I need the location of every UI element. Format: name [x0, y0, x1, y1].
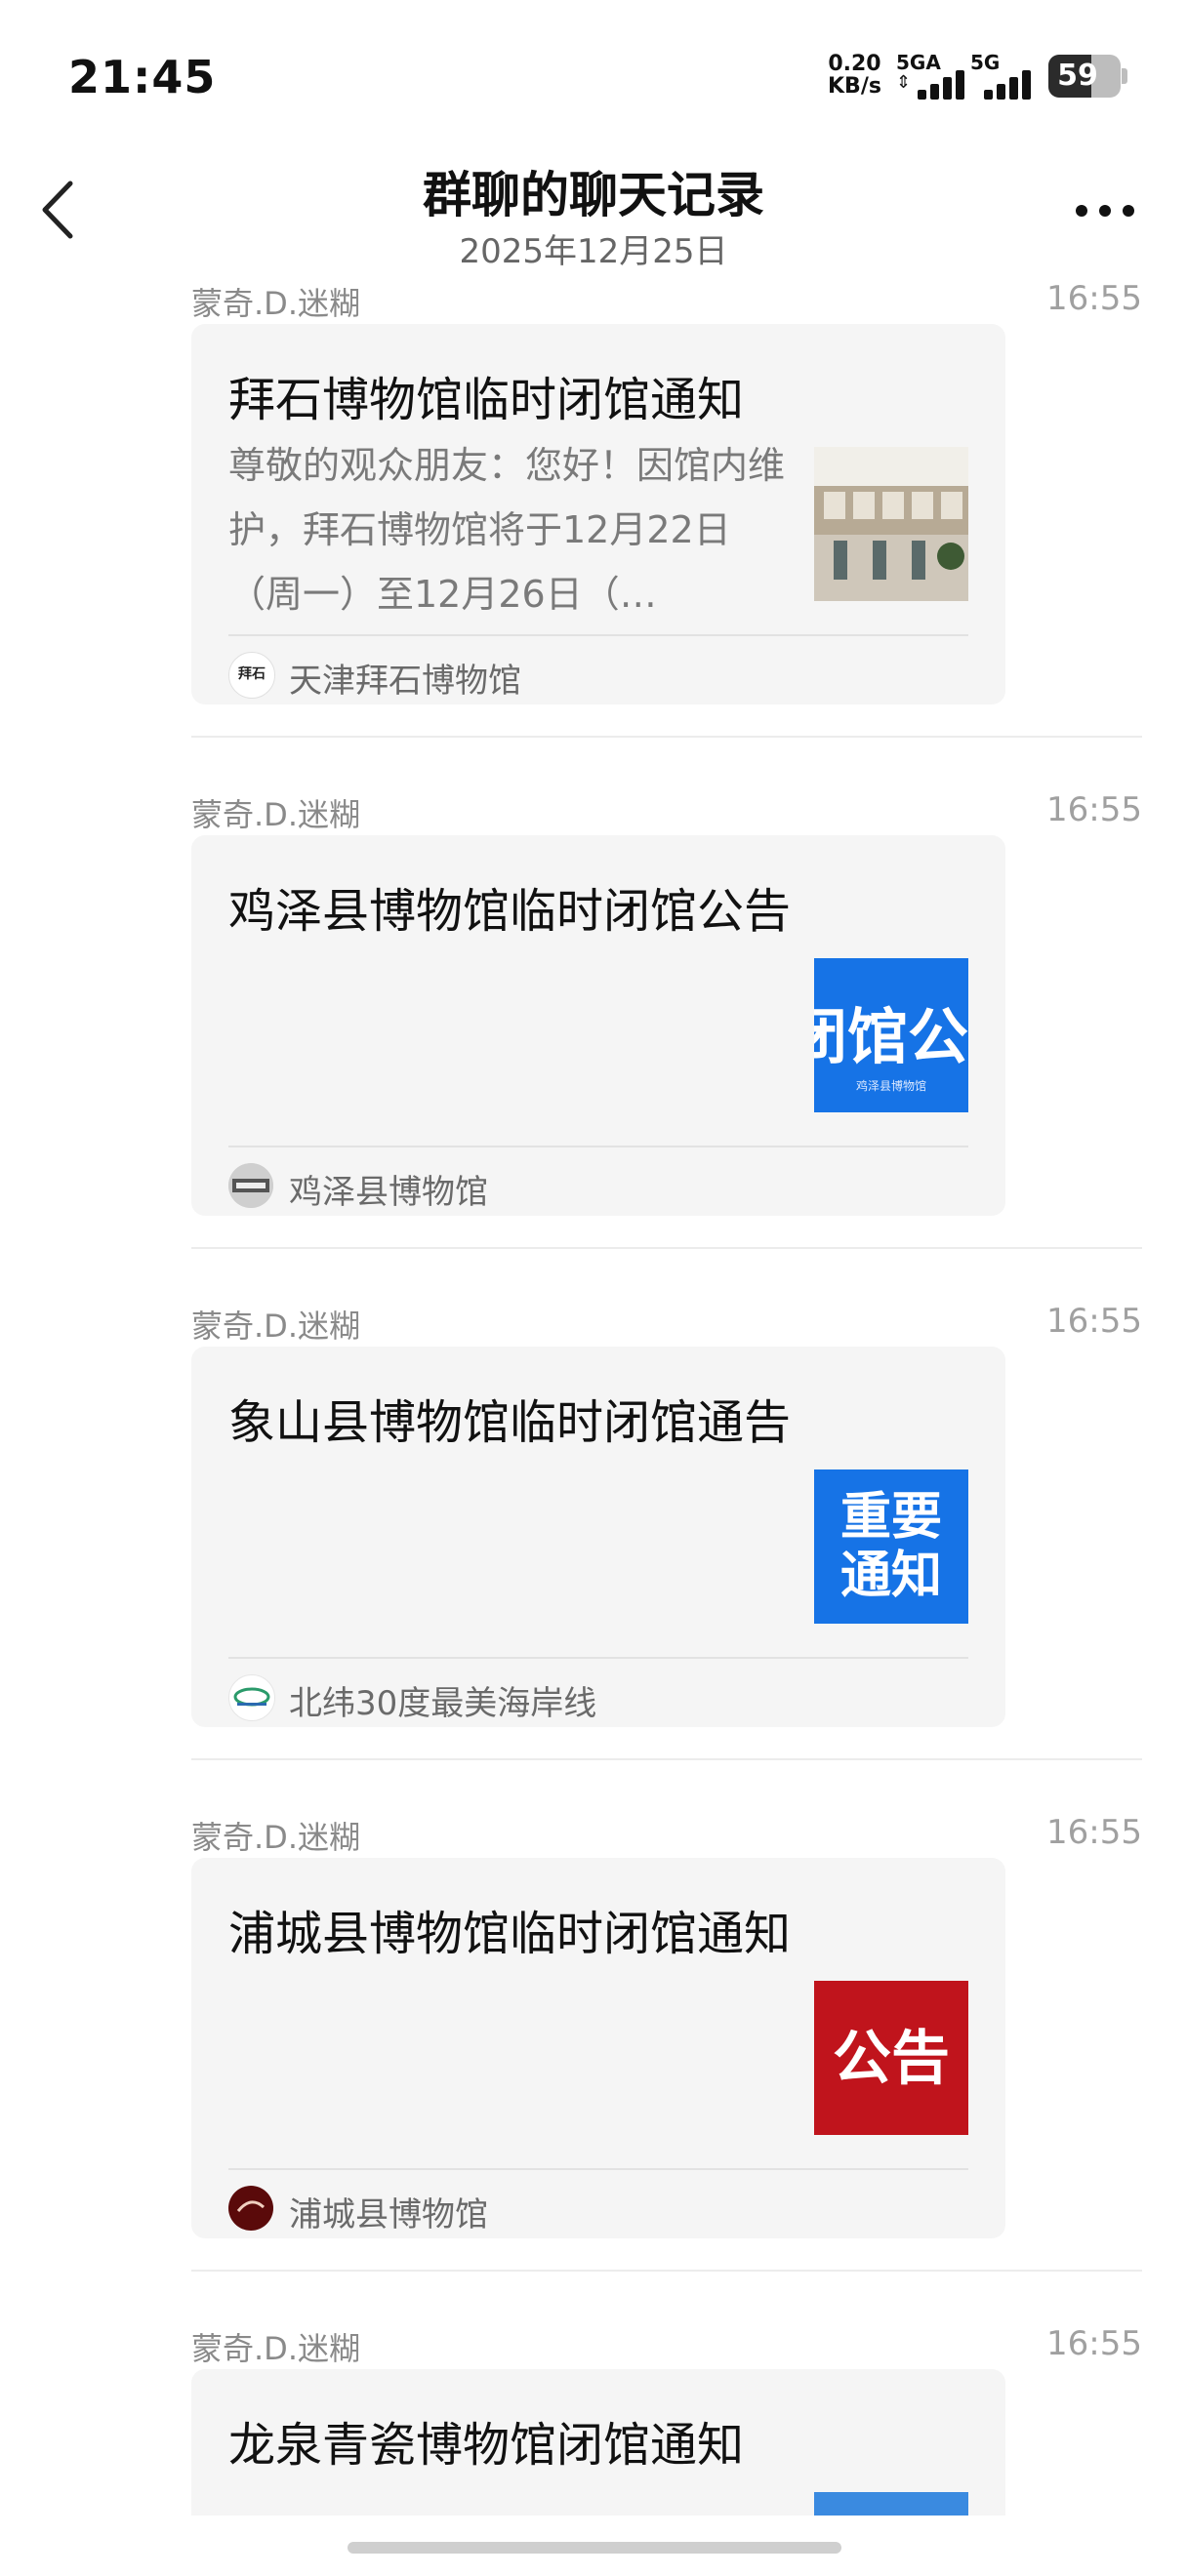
- message-time: 16:55: [1046, 1813, 1142, 1852]
- more-button[interactable]: [1072, 195, 1140, 224]
- sim1-signal-icon: 5GA ⇕: [896, 51, 978, 100]
- sender-name: 蒙奇.D.迷糊: [191, 1819, 360, 1856]
- message-time: 16:55: [1046, 279, 1142, 318]
- divider: [191, 736, 1142, 738]
- article-description: 尊敬的观众朋友：您好！因馆内维护，拜石博物馆将于12月22日（周一）至12月26…: [228, 444, 785, 616]
- article-card[interactable]: 象山县博物馆临时闭馆通告 重要 通知 北纬30度最美海岸线: [191, 1347, 1005, 1727]
- article-thumbnail: 公告: [814, 1981, 968, 2135]
- source-avatar: 拜石: [228, 652, 275, 699]
- article-thumbnail: 重要 通知: [814, 1469, 968, 1624]
- article-title: 浦城县博物馆临时闭馆通知: [228, 1907, 792, 1961]
- article-card[interactable]: 拜石博物馆临时闭馆通知 尊敬的观众朋友：您好！因馆内维护，拜石博物馆将于12月2…: [191, 324, 1005, 704]
- network-speed-value: 0.20: [828, 52, 881, 76]
- message-time: 16:55: [1046, 790, 1142, 829]
- article-title: 象山县博物馆临时闭馆通告: [228, 1395, 792, 1450]
- divider: [191, 1247, 1142, 1249]
- message-time: 16:55: [1046, 2324, 1142, 2363]
- battery-icon: 59: [1048, 55, 1121, 98]
- article-thumbnail: 闭馆公告 鸡泽县博物馆: [814, 958, 968, 1112]
- sender-name: 蒙奇.D.迷糊: [191, 2330, 360, 2367]
- status-time: 21:45: [68, 51, 217, 103]
- article-title: 拜石博物馆临时闭馆通知: [228, 373, 745, 427]
- source-name: 浦城县博物馆: [289, 2195, 488, 2234]
- network-speed: 0.20 KB/s: [828, 53, 881, 98]
- sender-name: 蒙奇.D.迷糊: [191, 1308, 360, 1345]
- article-title: 鸡泽县博物馆临时闭馆公告: [228, 884, 792, 939]
- divider: [191, 1758, 1142, 1760]
- source-name: 天津拜石博物馆: [289, 662, 521, 701]
- message-item: 蒙奇.D.迷糊 16:55 浦城县博物馆临时闭馆通知 公告 浦城县博物馆: [0, 1813, 1187, 2281]
- divider: [191, 2270, 1142, 2272]
- source-name: 北纬30度最美海岸线: [289, 1684, 597, 1723]
- source-avatar: [228, 1163, 273, 1208]
- message-item: 蒙奇.D.迷糊 16:55 鸡泽县博物馆临时闭馆公告 闭馆公告 鸡泽县博物馆 鸡…: [0, 790, 1187, 1259]
- nav-header: 群聊的聊天记录 2025年12月25日: [0, 146, 1187, 273]
- source-avatar: [228, 2186, 273, 2231]
- network-speed-unit: KB/s: [828, 74, 881, 99]
- article-card[interactable]: 浦城县博物馆临时闭馆通知 公告 浦城县博物馆: [191, 1858, 1005, 2238]
- source-name: 鸡泽县博物馆: [289, 1173, 488, 1212]
- article-card[interactable]: 鸡泽县博物馆临时闭馆公告 闭馆公告 鸡泽县博物馆 鸡泽县博物馆: [191, 835, 1005, 1216]
- status-bar: 21:45 0.20 KB/s 5GA ⇕ 5G 59: [0, 0, 1187, 137]
- sim2-signal-icon: 5G: [970, 51, 1039, 100]
- sender-name: 蒙奇.D.迷糊: [191, 285, 360, 322]
- page-title: 群聊的聊天记录: [423, 167, 764, 223]
- battery-level: 59: [1057, 59, 1098, 93]
- source-avatar: [228, 1674, 275, 1721]
- message-item: 蒙奇.D.迷糊 16:55 龙泉青瓷博物馆闭馆通知: [0, 2324, 1187, 2560]
- sender-name: 蒙奇.D.迷糊: [191, 796, 360, 833]
- message-item: 蒙奇.D.迷糊 16:55 拜石博物馆临时闭馆通知 尊敬的观众朋友：您好！因馆内…: [0, 279, 1187, 747]
- article-thumbnail: [814, 447, 968, 601]
- message-time: 16:55: [1046, 1302, 1142, 1341]
- home-indicator[interactable]: [348, 2542, 841, 2554]
- message-item: 蒙奇.D.迷糊 16:55 象山县博物馆临时闭馆通告 重要 通知 北纬30度最美…: [0, 1302, 1187, 1770]
- page-date: 2025年12月25日: [459, 232, 728, 271]
- article-title: 龙泉青瓷博物馆闭馆通知: [228, 2418, 745, 2473]
- data-arrows-icon: ⇕: [896, 72, 912, 93]
